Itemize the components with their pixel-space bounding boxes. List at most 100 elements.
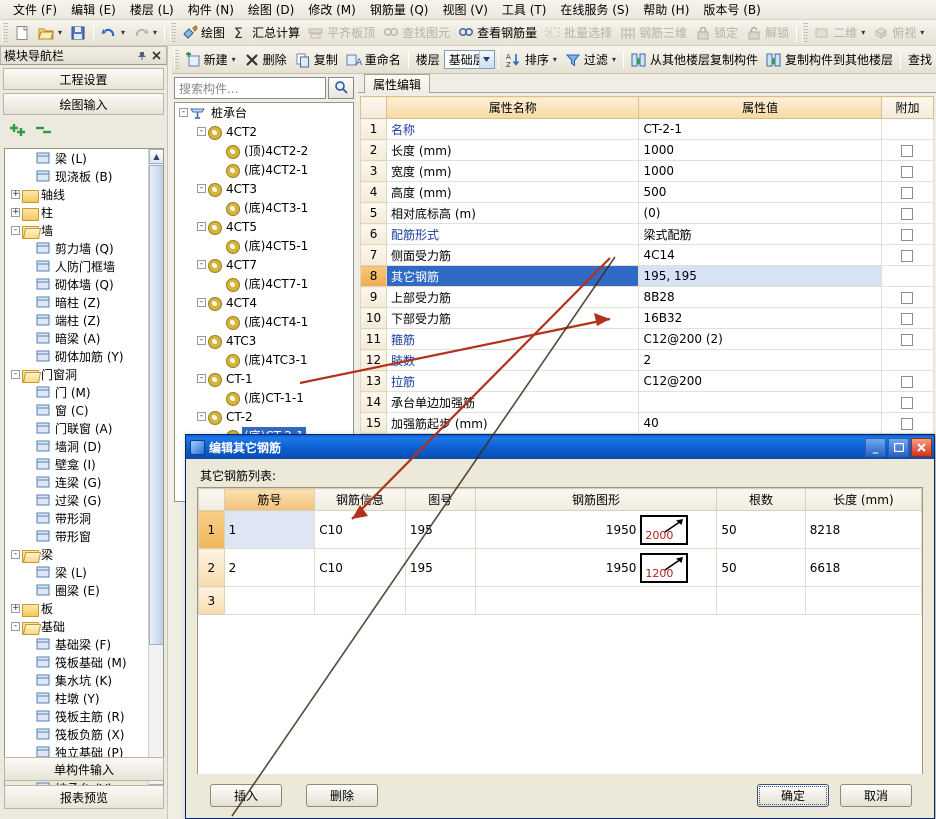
module-tree-item-12[interactable]: - 门窗洞 (5, 365, 150, 383)
component-tree-item-11[interactable]: (底)4CT4-1 (175, 312, 353, 331)
module-tree-item-7[interactable]: 砌体墙 (Q) (5, 275, 150, 293)
property-row[interactable]: 1 名称 CT-2-1 (359, 118, 935, 140)
property-value-cell[interactable]: 16B32 (638, 307, 882, 329)
maximize-icon[interactable] (888, 437, 909, 457)
property-name-cell[interactable]: 高度 (mm) (386, 181, 640, 203)
component-tree-item-0[interactable]: - 桩承台 (175, 103, 353, 122)
module-tree-item-2[interactable]: + 轴线 (5, 185, 150, 203)
scroll-thumb[interactable] (149, 165, 163, 645)
nav-button-0[interactable]: 工程设置 (3, 68, 164, 90)
rename-component-button[interactable]: A 重命名 (342, 49, 405, 71)
module-tree-item-31[interactable]: 筏板主筋 (R) (5, 707, 150, 725)
module-tree-item-16[interactable]: 墙洞 (D) (5, 437, 150, 455)
grid-cell-figure-no[interactable] (404, 586, 476, 615)
new-file-button[interactable] (10, 22, 34, 44)
collapse-toggle-icon[interactable]: - (197, 127, 206, 136)
delete-component-button[interactable]: 删除 (240, 49, 291, 71)
component-tree-item-10[interactable]: - 4CT4 (175, 293, 353, 312)
grid-header-1[interactable]: 钢筋信息 (314, 488, 406, 511)
module-tree-item-29[interactable]: 集水坑 (K) (5, 671, 150, 689)
property-attach-cell[interactable] (880, 349, 935, 371)
grid-cell-bar-no[interactable]: 2 (223, 548, 316, 587)
menu-item-6[interactable]: 钢筋量 (Q) (363, 1, 436, 19)
module-tree-item-10[interactable]: 暗梁 (A) (5, 329, 150, 347)
grid-cell-figure-no[interactable]: 195 (404, 510, 476, 549)
module-tree-item-17[interactable]: 壁龛 (I) (5, 455, 150, 473)
menu-item-9[interactable]: 在线服务 (S) (553, 1, 636, 19)
grid-cell-rebar-shape[interactable]: 1950 1200 (474, 548, 718, 587)
property-row[interactable]: 15 加强筋起步 (mm) 40 (359, 412, 935, 434)
property-value-cell[interactable]: 梁式配筋 (638, 223, 882, 245)
property-attach-cell[interactable] (880, 160, 935, 182)
property-name-cell[interactable]: 名称 (386, 118, 640, 140)
grid-cell-bar-no[interactable] (223, 586, 316, 615)
new-component-button[interactable]: 新建 ▾ (181, 49, 240, 71)
grid-cell-rebar-info[interactable] (314, 586, 406, 615)
module-tree-item-14[interactable]: 窗 (C) (5, 401, 150, 419)
copy-from-other-floor-button[interactable]: 从其他楼层复制构件 (627, 49, 762, 71)
cancel-button[interactable]: 取消 (840, 784, 912, 807)
undo-button[interactable]: ▾ (97, 22, 129, 44)
property-value-cell[interactable]: 1000 (638, 139, 882, 161)
collapse-toggle-icon[interactable]: - (197, 336, 206, 345)
property-name-cell[interactable]: 承台单边加强筋 (386, 391, 640, 413)
module-tree-item-0[interactable]: 梁 (L) (5, 149, 150, 167)
attach-checkbox[interactable] (901, 165, 914, 178)
module-tree-item-9[interactable]: 端柱 (Z) (5, 311, 150, 329)
property-value-cell[interactable]: 500 (638, 181, 882, 203)
grid-header-2[interactable]: 图号 (404, 488, 476, 511)
chevron-down-icon[interactable] (478, 51, 494, 68)
scroll-up-arrow[interactable]: ▲ (149, 149, 163, 164)
component-tree-item-9[interactable]: (底)4CT7-1 (175, 274, 353, 293)
top-view-caret[interactable]: ▾ (920, 28, 924, 37)
grid-cell-length[interactable] (804, 586, 922, 615)
copy-component-button[interactable]: 复制 (291, 49, 342, 71)
attach-checkbox[interactable] (901, 249, 914, 262)
module-tree-item-19[interactable]: 过梁 (G) (5, 491, 150, 509)
toolbar-批量选择-button[interactable]: 批量选择 (541, 22, 616, 44)
collapse-toggle-icon[interactable]: - (11, 621, 20, 631)
component-tree-item-1[interactable]: - 4CT2 (175, 122, 353, 141)
toolbar-绘图-button[interactable]: 绘图 (178, 22, 229, 44)
property-name-cell[interactable]: 下部受力筋 (386, 307, 640, 329)
property-row[interactable]: 12 肢数 2 (359, 349, 935, 371)
attach-checkbox[interactable] (901, 207, 914, 220)
grid-cell-rebar-shape[interactable] (474, 586, 718, 615)
toolbar-查看钢筋量-button[interactable]: 查看钢筋量 (454, 22, 541, 44)
new-component-caret[interactable]: ▾ (232, 55, 236, 64)
toolbar-锁定-button[interactable]: 锁定 (691, 22, 742, 44)
property-attach-cell[interactable] (880, 307, 935, 329)
attach-checkbox[interactable] (901, 333, 914, 346)
search-button[interactable] (328, 77, 354, 99)
close-icon[interactable] (149, 49, 163, 63)
grid-row[interactable]: 1 1 C10 195 1950 2000 50 8218 (198, 510, 922, 549)
collapse-all-icon[interactable] (35, 123, 53, 140)
module-tree-item-5[interactable]: 剪力墙 (Q) (5, 239, 150, 257)
property-row[interactable]: 8 其它钢筋 195, 195 (359, 265, 935, 287)
toolbar-钢筋三维-button[interactable]: 钢筋三维 (616, 22, 691, 44)
attach-checkbox[interactable] (901, 375, 914, 388)
grid-header-3[interactable]: 钢筋图形 (474, 488, 718, 511)
property-attach-cell[interactable] (880, 370, 935, 392)
collapse-toggle-icon[interactable]: - (197, 260, 206, 269)
property-row[interactable]: 6 配筋形式 梁式配筋 (359, 223, 935, 245)
property-name-cell[interactable]: 加强筋起步 (mm) (386, 412, 640, 434)
grid-cell-count[interactable]: 50 (716, 510, 806, 549)
attach-checkbox[interactable] (901, 417, 914, 430)
open-file-button[interactable]: ▾ (34, 22, 66, 44)
property-attach-cell[interactable] (880, 223, 935, 245)
menu-item-3[interactable]: 构件 (N) (181, 1, 241, 19)
grid-cell-count[interactable] (716, 586, 806, 615)
property-name-cell[interactable]: 上部受力筋 (386, 286, 640, 308)
copy-to-other-floor-button[interactable]: 复制构件到其他楼层 (762, 49, 897, 71)
property-value-cell[interactable]: 8B28 (638, 286, 882, 308)
toolbar-平齐板顶-button[interactable]: 平齐板顶 (304, 22, 379, 44)
grid-row[interactable]: 3 (198, 586, 922, 615)
attach-checkbox[interactable] (901, 396, 914, 409)
module-tree-item-8[interactable]: 暗柱 (Z) (5, 293, 150, 311)
property-row[interactable]: 10 下部受力筋 16B32 (359, 307, 935, 329)
property-row[interactable]: 2 长度 (mm) 1000 (359, 139, 935, 161)
toolbar-汇总计算-button[interactable]: Σ 汇总计算 (229, 22, 304, 44)
module-tree[interactable]: 梁 (L) 现浇板 (B) + 轴线 + 柱 - 墙剪力墙 (Q) 人防门框墙 砌体墙 (Q) 暗柱… (4, 148, 164, 800)
module-tree-item-27[interactable]: 基础梁 (F) (5, 635, 150, 653)
